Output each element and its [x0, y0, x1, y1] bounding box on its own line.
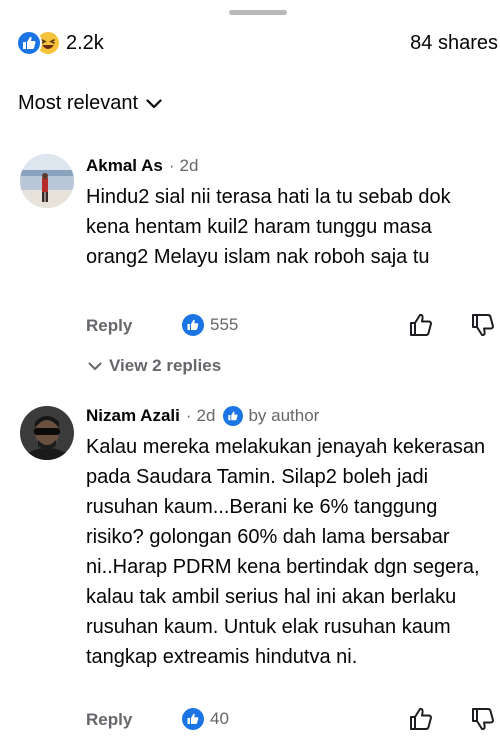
avatar[interactable]: [20, 154, 74, 208]
author-badge: by author: [223, 406, 319, 426]
reply-button[interactable]: Reply: [86, 710, 132, 730]
thumbs-up-icon[interactable]: [408, 706, 434, 732]
reaction-count[interactable]: 2.2k: [66, 32, 104, 55]
thumbs-up-icon[interactable]: [408, 312, 434, 338]
like-count-value: 555: [210, 315, 239, 334]
like-icon: [223, 406, 244, 426]
comment-header: Akmal As · 2d: [86, 156, 198, 176]
like-count[interactable]: 555: [182, 314, 238, 336]
comment-header: Nizam Azali · 2d by author: [86, 406, 319, 426]
sort-dropdown[interactable]: Most relevant: [18, 91, 162, 115]
like-count[interactable]: 40: [182, 708, 229, 730]
view-replies-label: View 2 replies: [109, 356, 222, 375]
like-icon: [182, 314, 204, 336]
timestamp[interactable]: 2d: [180, 156, 199, 176]
like-icon: [182, 708, 204, 730]
author-badge-label: by author: [248, 406, 320, 425]
like-count-value: 40: [210, 709, 229, 728]
reactions-summary[interactable]: 2.2k 84 shares: [0, 24, 500, 60]
separator-dot: ·: [185, 406, 192, 425]
reply-button[interactable]: Reply: [86, 316, 132, 336]
sort-label: Most relevant: [18, 91, 139, 114]
drag-handle[interactable]: [229, 10, 287, 15]
chevron-down-icon: [88, 362, 102, 370]
shares-count[interactable]: 84 shares: [410, 32, 498, 55]
chevron-down-icon: [146, 99, 162, 109]
thumbs-down-icon[interactable]: [470, 706, 496, 732]
timestamp[interactable]: 2d: [197, 406, 216, 426]
comment-actions: Reply 40: [86, 706, 500, 736]
separator-dot: ·: [168, 156, 175, 175]
comment-text: Kalau mereka melakukan jenayah kekerasan…: [86, 436, 486, 668]
view-replies-button[interactable]: View 2 replies: [88, 356, 221, 376]
avatar[interactable]: [20, 406, 74, 460]
author-name[interactable]: Nizam Azali: [86, 406, 180, 426]
reaction-icons: [16, 30, 64, 56]
thumbs-down-icon[interactable]: [470, 312, 496, 338]
author-name[interactable]: Akmal As: [86, 156, 163, 176]
comment-text: Hindu2 sial nii terasa hati la tu sebab …: [86, 186, 451, 268]
like-icon: [16, 30, 42, 56]
comment-actions: Reply 555: [86, 312, 500, 342]
